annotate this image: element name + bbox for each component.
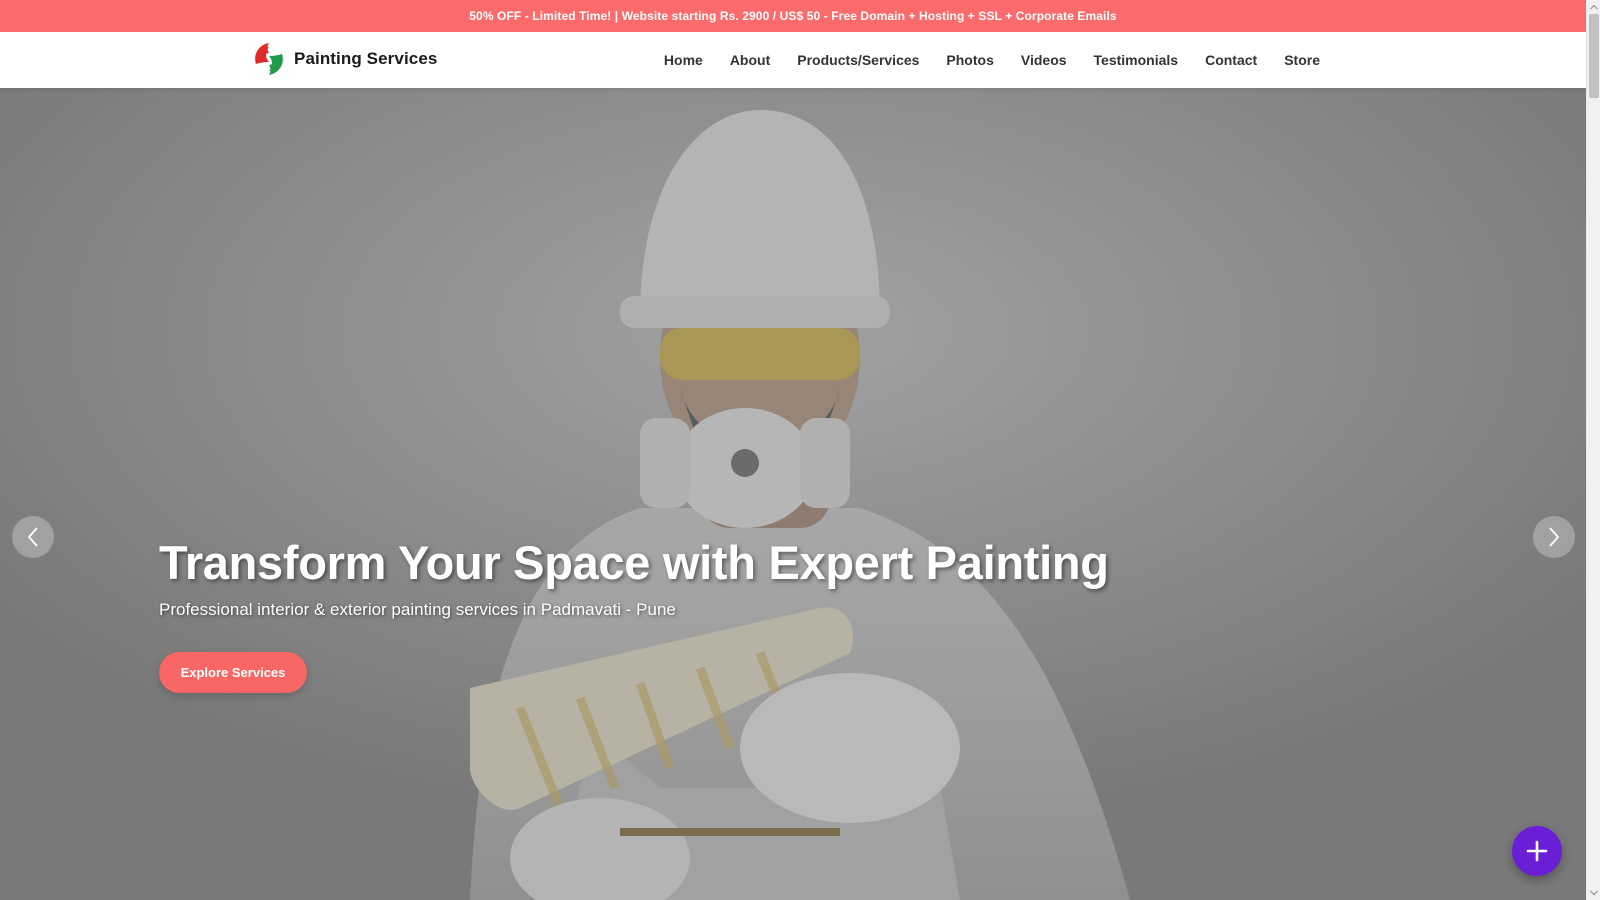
slider-prev-button[interactable] (12, 516, 54, 558)
leaf-swirl-logo-icon (255, 43, 283, 75)
main-nav: Home About Products/Services Photos Vide… (664, 32, 1320, 88)
nav-products-services[interactable]: Products/Services (797, 52, 919, 68)
nav-photos[interactable]: Photos (946, 52, 993, 68)
nav-home[interactable]: Home (664, 52, 703, 68)
site-header: Painting Services Home About Products/Se… (0, 32, 1586, 88)
hero-slider: Transform Your Space with Expert Paintin… (0, 88, 1586, 900)
nav-contact[interactable]: Contact (1205, 52, 1257, 68)
hero-content: Transform Your Space with Expert Paintin… (159, 536, 1259, 694)
chevron-right-icon (1549, 527, 1560, 547)
promo-text[interactable]: 50% OFF - Limited Time! | Website starti… (469, 9, 1116, 23)
nav-videos[interactable]: Videos (1021, 52, 1067, 68)
nav-testimonials[interactable]: Testimonials (1094, 52, 1179, 68)
hero-subtitle: Professional interior & exterior paintin… (159, 600, 676, 620)
page-scrollbar[interactable] (1586, 0, 1600, 900)
brand-link[interactable]: Painting Services (252, 41, 437, 77)
scrollbar-thumb[interactable] (1589, 14, 1599, 98)
floating-action-button[interactable] (1512, 826, 1562, 876)
brand-name: Painting Services (294, 49, 438, 68)
nav-about[interactable]: About (730, 52, 770, 68)
hero-overlay (0, 88, 1586, 900)
slider-next-button[interactable] (1533, 516, 1575, 558)
nav-store[interactable]: Store (1284, 52, 1320, 68)
explore-services-button[interactable]: Explore Services (159, 652, 307, 694)
page: 50% OFF - Limited Time! | Website starti… (0, 0, 1600, 900)
scroll-up-arrow-icon (1590, 4, 1598, 10)
hero-title: Transform Your Space with Expert Paintin… (159, 536, 1109, 589)
scroll-up-button[interactable] (1587, 0, 1600, 14)
scroll-down-button[interactable] (1587, 886, 1600, 900)
scroll-down-arrow-icon (1590, 890, 1598, 896)
promo-bar[interactable]: 50% OFF - Limited Time! | Website starti… (0, 0, 1586, 32)
chevron-left-icon (27, 527, 38, 547)
plus-icon (1526, 840, 1548, 862)
